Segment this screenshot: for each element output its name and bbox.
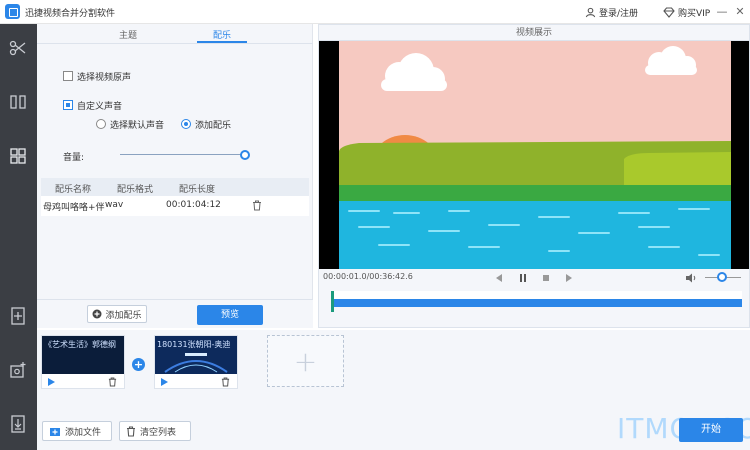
music-format-cell: wav bbox=[105, 200, 124, 210]
default-sound-radio[interactable] bbox=[96, 119, 106, 129]
video-preview[interactable] bbox=[319, 41, 749, 269]
add-music-radio[interactable] bbox=[181, 119, 191, 129]
login-label: 登录/注册 bbox=[599, 9, 639, 19]
user-icon bbox=[585, 7, 596, 18]
sidebar-item-split[interactable] bbox=[6, 90, 30, 114]
folder-add-icon bbox=[50, 427, 60, 436]
sidebar-item-merge[interactable] bbox=[6, 144, 30, 168]
clip-item[interactable]: 《艺术生活》郭德纲 bbox=[41, 335, 125, 389]
rewind-icon[interactable] bbox=[493, 272, 505, 284]
col-header-name: 配乐名称 bbox=[55, 185, 92, 195]
clip-play-icon[interactable] bbox=[161, 378, 168, 386]
table-row[interactable]: 母鸡叫咯咯+伴 wav 00:01:04:12 bbox=[41, 196, 309, 216]
tab-theme[interactable]: 主题 bbox=[119, 28, 137, 41]
volume-slider-handle[interactable] bbox=[240, 150, 250, 160]
clip-delete-icon[interactable] bbox=[108, 377, 117, 387]
file-plus-icon bbox=[11, 307, 25, 325]
clip-thumbnail: 《艺术生活》郭德纲 bbox=[42, 336, 124, 374]
col-header-length: 配乐长度 bbox=[179, 185, 216, 195]
timecode: 00:00:01.0/00:36:42.6 bbox=[323, 272, 413, 281]
sidebar-item-add-file[interactable] bbox=[6, 304, 30, 328]
add-file-button[interactable]: 添加文件 bbox=[42, 421, 112, 441]
minimize-button[interactable]: — bbox=[715, 5, 729, 19]
sidebar-item-export[interactable] bbox=[6, 412, 30, 436]
sidebar-item-add-media[interactable] bbox=[6, 358, 30, 382]
timeline-playhead[interactable] bbox=[331, 291, 334, 312]
diamond-icon bbox=[663, 7, 675, 18]
display-title: 视频展示 bbox=[319, 25, 749, 41]
login-button[interactable]: 登录/注册 bbox=[585, 6, 638, 19]
add-clip-slot[interactable]: + bbox=[267, 335, 344, 387]
music-table-header: 配乐名称 配乐格式 配乐长度 bbox=[41, 178, 309, 196]
custom-sound-checkbox[interactable] bbox=[63, 100, 73, 110]
merge-plus-icon: + bbox=[132, 358, 145, 371]
add-music-radio-label: 添加配乐 bbox=[195, 121, 232, 131]
add-music-label: 添加配乐 bbox=[105, 310, 142, 321]
add-music-button[interactable]: 添加配乐 bbox=[87, 305, 147, 323]
original-sound-label: 选择视频原声 bbox=[77, 73, 132, 83]
custom-sound-label: 自定义声音 bbox=[77, 102, 123, 112]
player-volume-handle[interactable] bbox=[717, 272, 727, 282]
forward-icon[interactable] bbox=[563, 272, 575, 284]
original-sound-checkbox[interactable] bbox=[63, 71, 73, 81]
clear-list-label: 清空列表 bbox=[140, 427, 177, 438]
volume-label: 音量: bbox=[63, 153, 85, 163]
clip-title: 《艺术生活》郭德纲 bbox=[44, 340, 116, 349]
stop-icon[interactable] bbox=[540, 272, 552, 284]
trash-icon bbox=[127, 425, 135, 437]
pause-icon[interactable] bbox=[517, 272, 529, 284]
video-display-panel: 视频展示 00:00:01.0/00:36:42.6 bbox=[318, 24, 750, 328]
sidebar bbox=[0, 24, 37, 450]
vip-label: 购买VIP bbox=[678, 9, 711, 19]
clip-thumbnail-graphic bbox=[164, 353, 228, 373]
app-logo-icon bbox=[5, 4, 20, 19]
close-button[interactable]: ✕ bbox=[733, 5, 747, 19]
clip-delete-icon[interactable] bbox=[221, 377, 230, 387]
active-tab-indicator bbox=[197, 41, 247, 43]
split-panels-icon bbox=[10, 95, 26, 109]
playback-controls: 00:00:01.0/00:36:42.6 bbox=[319, 269, 749, 287]
delete-music-icon[interactable] bbox=[252, 200, 262, 211]
clip-list-area: 《艺术生活》郭德纲 + 180131张朝阳-奥迪 + 添加文件 清空列表 开始 bbox=[37, 330, 750, 450]
clip-thumbnail: 180131张朝阳-奥迪 bbox=[155, 336, 237, 374]
col-header-format: 配乐格式 bbox=[117, 185, 154, 195]
speaker-icon[interactable] bbox=[685, 272, 697, 284]
settings-tabs: 主题 配乐 bbox=[37, 24, 313, 44]
media-add-icon bbox=[10, 362, 26, 378]
default-sound-label: 选择默认声音 bbox=[110, 121, 165, 131]
settings-panel: 主题 配乐 选择视频原声 自定义声音 选择默认声音 添加配乐 音量: 配乐名称 … bbox=[37, 24, 313, 328]
sidebar-item-cut[interactable] bbox=[6, 36, 30, 60]
music-length-cell: 00:01:04:12 bbox=[166, 200, 221, 210]
grid-icon bbox=[10, 148, 26, 164]
video-frame-illustration bbox=[319, 41, 749, 269]
clear-list-button[interactable]: 清空列表 bbox=[119, 421, 191, 441]
add-file-label: 添加文件 bbox=[65, 427, 102, 438]
plus-circle-icon bbox=[92, 309, 102, 319]
file-export-icon bbox=[11, 415, 25, 433]
preview-button[interactable]: 预览 bbox=[197, 305, 263, 325]
music-name-cell: 母鸡叫咯咯+伴 bbox=[43, 203, 105, 213]
scissors-icon bbox=[9, 40, 26, 56]
app-title: 迅捷视频合并分割软件 bbox=[25, 9, 116, 19]
buy-vip-button[interactable]: 购买VIP bbox=[663, 6, 710, 19]
tab-music[interactable]: 配乐 bbox=[213, 28, 231, 41]
timeline-bar[interactable] bbox=[332, 299, 742, 307]
start-button[interactable]: 开始 bbox=[679, 418, 743, 442]
music-table: 配乐名称 配乐格式 配乐长度 母鸡叫咯咯+伴 wav 00:01:04:12 bbox=[41, 178, 309, 216]
settings-footer: 添加配乐 预览 bbox=[37, 299, 313, 328]
clip-play-icon[interactable] bbox=[48, 378, 55, 386]
title-bar: 迅捷视频合并分割软件 登录/注册 购买VIP — ✕ bbox=[0, 0, 750, 24]
clip-item[interactable]: 180131张朝阳-奥迪 bbox=[154, 335, 238, 389]
volume-slider-track[interactable] bbox=[120, 154, 246, 155]
